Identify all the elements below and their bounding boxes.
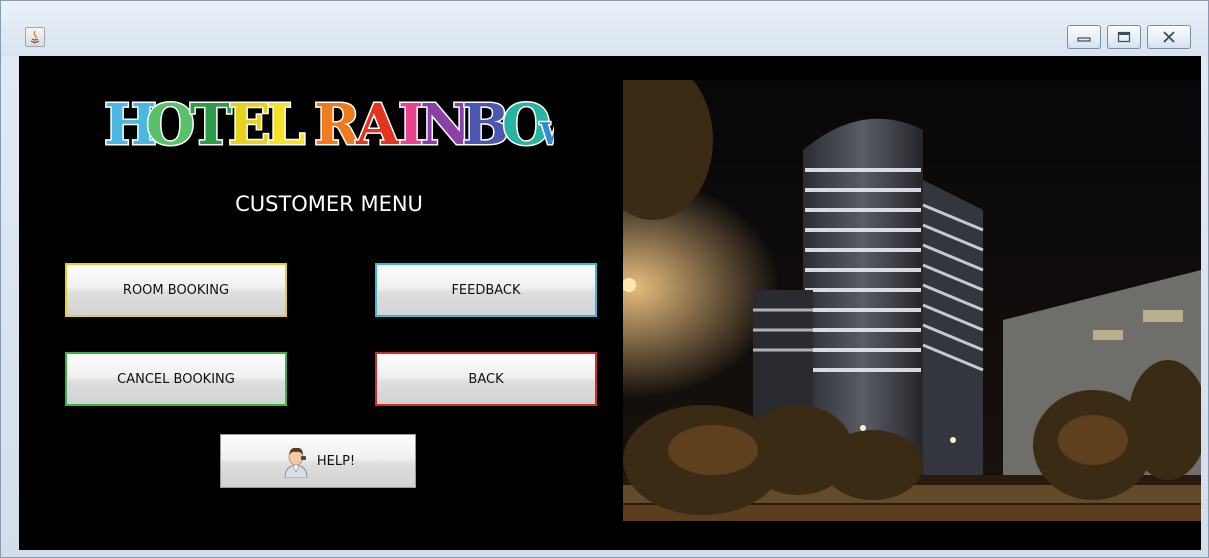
svg-text:A: A	[355, 92, 401, 158]
hotel-rainbow-logo: H O T E L R A I N B O W	[104, 91, 554, 159]
svg-text:L: L	[266, 92, 305, 158]
menu-title: CUSTOMER MENU	[235, 192, 423, 216]
svg-text:R: R	[314, 92, 361, 158]
maximize-button[interactable]	[1107, 25, 1141, 49]
minimize-button[interactable]	[1067, 25, 1101, 49]
maximize-icon	[1117, 31, 1131, 43]
help-label: HELP!	[316, 453, 356, 469]
feedback-button[interactable]: FEEDBACK	[375, 263, 597, 317]
close-icon	[1163, 31, 1175, 43]
svg-text:W: W	[539, 117, 554, 152]
minimize-icon	[1077, 37, 1091, 42]
content-panel: H O T E L R A I N B O W CUSTOMER MENU RO…	[19, 56, 1201, 550]
svg-text:E: E	[228, 92, 271, 158]
svg-text:T: T	[190, 92, 232, 158]
close-button[interactable]	[1147, 25, 1191, 49]
help-button[interactable]: HELP!	[220, 434, 416, 488]
title-bar[interactable]	[1, 1, 1208, 56]
room-booking-button[interactable]: ROOM BOOKING	[65, 263, 287, 317]
app-window: H O T E L R A I N B O W CUSTOMER MENU RO…	[0, 0, 1209, 558]
cancel-booking-button[interactable]: CANCEL BOOKING	[65, 352, 287, 406]
back-button[interactable]: BACK	[375, 352, 597, 406]
hotel-photo	[623, 80, 1201, 521]
person-help-icon	[284, 447, 308, 478]
java-app-icon[interactable]	[25, 27, 45, 47]
svg-text:O: O	[146, 92, 195, 158]
